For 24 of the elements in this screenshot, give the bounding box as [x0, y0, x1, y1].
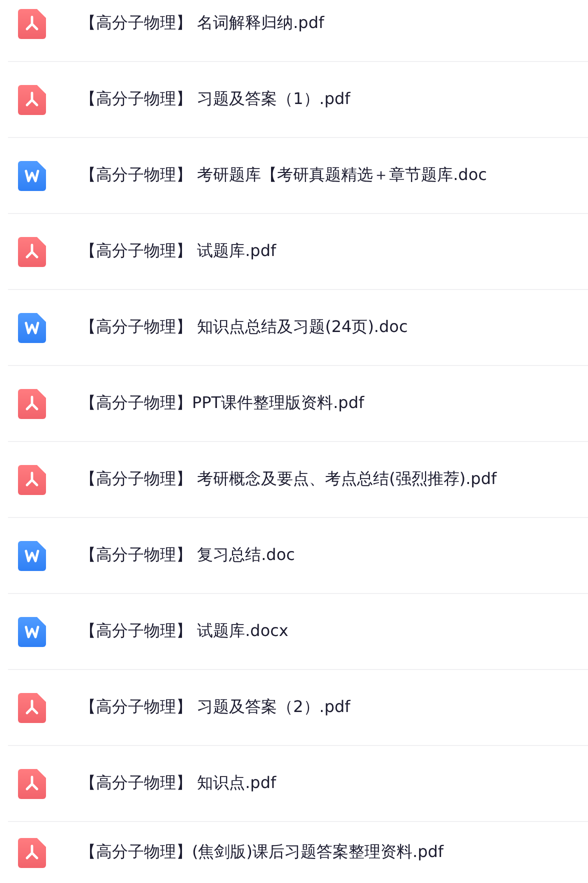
- pdf-file-icon: [18, 464, 46, 494]
- pdf-file-icon: [18, 838, 46, 868]
- pdf-file-icon: [18, 768, 46, 798]
- pdf-file-icon: [18, 388, 46, 418]
- file-name[interactable]: 【高分子物理】 习题及答案（1）.pdf: [80, 89, 350, 110]
- file-name[interactable]: 【高分子物理】 知识点总结及习题(24页).doc: [80, 317, 408, 338]
- file-name[interactable]: 【高分子物理】 考研题库【考研真题精选＋章节题库.doc: [80, 165, 487, 186]
- file-name[interactable]: 【高分子物理】 习题及答案（2）.pdf: [80, 697, 350, 718]
- file-name[interactable]: 【高分子物理】 复习总结.doc: [80, 545, 295, 566]
- file-name[interactable]: 【高分子物理】PPT课件整理版资料.pdf: [80, 393, 364, 414]
- word-file-icon: [18, 540, 46, 570]
- pdf-file-icon: [18, 692, 46, 722]
- file-name[interactable]: 【高分子物理】 试题库.pdf: [80, 241, 276, 262]
- word-file-icon: [18, 312, 46, 342]
- file-name[interactable]: 【高分子物理】 名词解释归纳.pdf: [80, 13, 324, 34]
- pdf-file-icon: [18, 84, 46, 114]
- pdf-file-icon: [18, 236, 46, 266]
- file-name[interactable]: 【高分子物理】 试题库.docx: [80, 621, 288, 642]
- file-name[interactable]: 【高分子物理】 知识点.pdf: [80, 773, 276, 794]
- pdf-file-icon: [18, 8, 46, 38]
- word-file-icon: [18, 160, 46, 190]
- file-name[interactable]: 【高分子物理】 考研概念及要点、考点总结(强烈推荐).pdf: [80, 469, 497, 490]
- word-file-icon: [18, 616, 46, 646]
- file-name[interactable]: 【高分子物理】(焦剑版)课后习题答案整理资料.pdf: [80, 842, 444, 863]
